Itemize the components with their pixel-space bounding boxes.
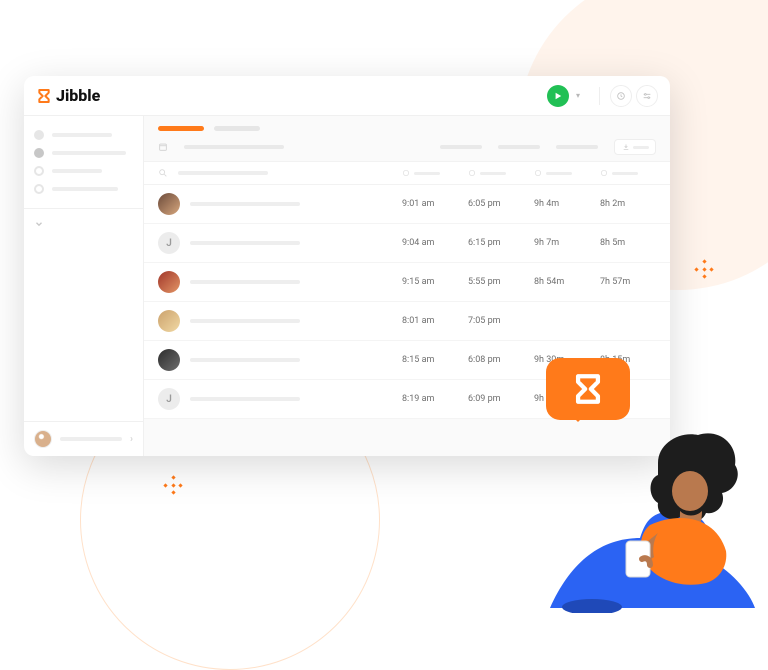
- sliders-icon: [642, 91, 652, 101]
- divider: [24, 208, 143, 209]
- brand-logo[interactable]: Jibble: [36, 86, 100, 105]
- timer-button[interactable]: [610, 85, 632, 107]
- clock-icon: [468, 169, 476, 177]
- column-header[interactable]: [468, 169, 524, 177]
- sidebar-item[interactable]: [34, 144, 133, 162]
- placeholder-bar: [60, 437, 122, 441]
- placeholder-bar: [190, 397, 300, 401]
- placeholder-bar: [556, 145, 598, 149]
- clock-icon: [600, 169, 608, 177]
- cell-time-in: 9:15 am: [402, 277, 458, 287]
- divider: [599, 87, 600, 105]
- placeholder-bar: [184, 145, 284, 149]
- avatar: [34, 430, 52, 448]
- search-icon: [158, 168, 168, 178]
- settings-button[interactable]: [636, 85, 658, 107]
- cell-time-in: 9:04 am: [402, 238, 458, 248]
- cell-time-in: 9:01 am: [402, 199, 458, 209]
- column-header[interactable]: [534, 169, 590, 177]
- cell-time-out: 6:08 pm: [468, 355, 524, 365]
- cell-duration-1: 9h 7m: [534, 238, 590, 248]
- tab-inactive[interactable]: [214, 126, 260, 131]
- cell-duration-1: 9h 4m: [534, 199, 590, 209]
- sidebar: ›: [24, 116, 144, 456]
- clock-icon: [534, 169, 542, 177]
- clock-in-button[interactable]: [547, 85, 569, 107]
- search-input[interactable]: [178, 171, 268, 175]
- avatar: J: [158, 388, 180, 410]
- chevron-right-icon: ›: [130, 434, 133, 445]
- sidebar-user[interactable]: ›: [24, 421, 143, 456]
- cell-time-in: 8:19 am: [402, 394, 458, 404]
- cell-duration-2: 8h 5m: [600, 238, 656, 248]
- play-icon: [554, 92, 562, 100]
- placeholder-bar: [190, 241, 300, 245]
- avatar: [158, 349, 180, 371]
- toolbar: [144, 139, 670, 161]
- sidebar-item[interactable]: [34, 126, 133, 144]
- column-header[interactable]: [402, 169, 458, 177]
- hourglass-icon: [36, 88, 52, 104]
- placeholder-bar: [498, 145, 540, 149]
- cell-duration-2: 8h 2m: [600, 199, 656, 209]
- sidebar-item[interactable]: [34, 162, 133, 180]
- avatar: [158, 310, 180, 332]
- sidebar-collapse[interactable]: [24, 213, 143, 238]
- placeholder-bar: [190, 280, 300, 284]
- clock-in-dropdown[interactable]: ▾: [571, 85, 585, 107]
- cell-time-in: 8:15 am: [402, 355, 458, 365]
- cell-time-out: 6:15 pm: [468, 238, 524, 248]
- placeholder-bar: [440, 145, 482, 149]
- hourglass-icon: [571, 372, 605, 406]
- placeholder-bar: [190, 319, 300, 323]
- placeholder-bar: [190, 202, 300, 206]
- cell-time-in: 8:01 am: [402, 316, 458, 326]
- export-button[interactable]: [614, 139, 656, 155]
- table-row[interactable]: 8:01 am 7:05 pm: [144, 302, 670, 341]
- topbar: Jibble ▾: [24, 76, 670, 116]
- brand-name: Jibble: [56, 86, 100, 105]
- cell-duration-2: 7h 57m: [600, 277, 656, 287]
- cell-time-out: 6:05 pm: [468, 199, 524, 209]
- cell-time-out: 7:05 pm: [468, 316, 524, 326]
- search-row: [144, 161, 670, 185]
- tab-active[interactable]: [158, 126, 204, 131]
- table-row[interactable]: 9:15 am 5:55 pm 8h 54m 7h 57m: [144, 263, 670, 302]
- cell-duration-1: 8h 54m: [534, 277, 590, 287]
- avatar: [158, 193, 180, 215]
- column-header[interactable]: [600, 169, 656, 177]
- placeholder-bar: [190, 358, 300, 362]
- speech-bubble: [546, 358, 630, 420]
- sparkle-icon: [164, 476, 182, 494]
- table-row[interactable]: 9:01 am 6:05 pm 9h 4m 8h 2m: [144, 185, 670, 224]
- avatar: J: [158, 232, 180, 254]
- chevron-down-icon: [34, 219, 44, 229]
- sidebar-item[interactable]: [34, 180, 133, 198]
- sparkle-icon: [695, 260, 713, 278]
- clock-icon: [616, 91, 626, 101]
- cell-time-out: 6:09 pm: [468, 394, 524, 404]
- cell-time-out: 5:55 pm: [468, 277, 524, 287]
- calendar-icon: [158, 142, 168, 152]
- table-row[interactable]: J 9:04 am 6:15 pm 9h 7m 8h 5m: [144, 224, 670, 263]
- tabs: [144, 116, 670, 139]
- clock-icon: [402, 169, 410, 177]
- avatar: [158, 271, 180, 293]
- download-icon: [622, 143, 630, 151]
